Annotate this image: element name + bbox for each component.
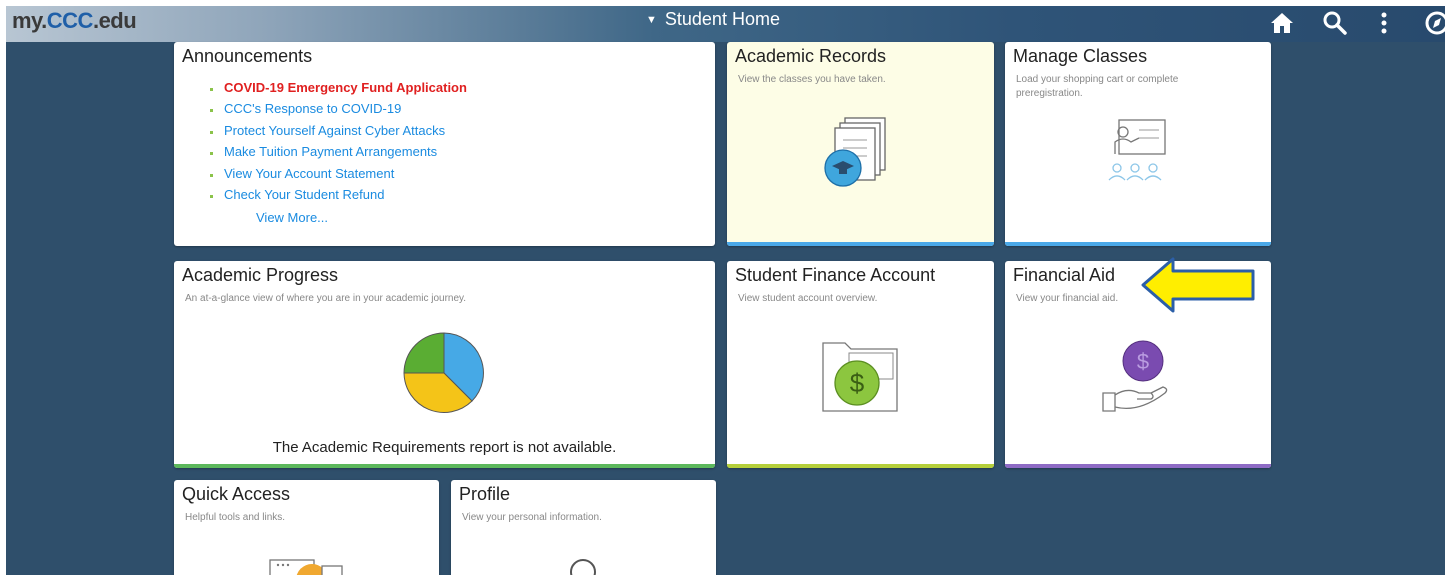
academic-progress-tile[interactable]: Academic Progress An at-a-glance view of… xyxy=(174,261,715,468)
announcements-title: Announcements xyxy=(182,46,313,66)
presentation-icon xyxy=(1108,119,1166,181)
caret-down-icon: ▼ xyxy=(646,14,657,26)
page-title: Student Home xyxy=(664,9,780,29)
student-finance-account-tile[interactable]: Student Finance Account View student acc… xyxy=(727,261,994,468)
site-logo[interactable]: my.CCC.edu xyxy=(12,8,137,34)
user-profile-icon xyxy=(570,559,596,575)
announcements-list: COVID-19 Emergency Fund Application CCC'… xyxy=(210,80,467,208)
academic-records-title: Academic Records xyxy=(735,46,887,66)
announcement-link[interactable]: COVID-19 Emergency Fund Application xyxy=(210,80,467,101)
tile-accent-bar xyxy=(1005,242,1271,246)
announcement-link[interactable]: Check Your Student Refund xyxy=(210,187,467,208)
hand-coin-icon: $ xyxy=(1102,340,1168,412)
profile-subtitle: View your personal information. xyxy=(462,512,602,523)
quick-access-tile[interactable]: Quick Access Helpful tools and links. xyxy=(174,480,439,575)
academic-progress-title: Academic Progress xyxy=(182,265,339,285)
tile-accent-bar xyxy=(174,464,715,468)
announcement-link[interactable]: Make Tuition Payment Arrangements xyxy=(210,144,467,165)
manage-classes-title: Manage Classes xyxy=(1013,46,1148,66)
more-vertical-icon[interactable] xyxy=(1374,10,1394,41)
navbar-compass-icon[interactable] xyxy=(1424,10,1445,41)
pie-chart-icon xyxy=(403,332,484,413)
quick-access-title: Quick Access xyxy=(182,484,291,504)
manage-classes-subtitle: Load your shopping cart or complete prer… xyxy=(1016,74,1179,99)
quick-access-subtitle: Helpful tools and links. xyxy=(185,512,286,523)
logo-prefix: my. xyxy=(12,8,47,33)
tile-accent-bar xyxy=(727,242,994,246)
quick-access-icon xyxy=(269,559,343,575)
profile-tile[interactable]: Profile View your personal information. xyxy=(451,480,716,575)
tile-accent-bar xyxy=(1005,464,1271,468)
app-frame: my.CCC.edu ▼ Student Home Announcements C… xyxy=(6,6,1445,575)
logo-ccc: CCC xyxy=(46,8,94,33)
page-title-dropdown[interactable]: ▼ Student Home xyxy=(646,9,780,30)
home-icon[interactable] xyxy=(1269,10,1295,41)
student-finance-subtitle: View student account overview. xyxy=(738,293,878,304)
announcements-tile: Announcements COVID-19 Emergency Fund Ap… xyxy=(174,42,715,246)
profile-title: Profile xyxy=(459,484,511,504)
logo-suffix: .edu xyxy=(92,8,137,33)
academic-records-subtitle: View the classes you have taken. xyxy=(738,74,886,85)
announcement-link[interactable]: CCC's Response to COVID-19 xyxy=(210,101,467,122)
manage-classes-tile[interactable]: Manage Classes Load your shopping cart o… xyxy=(1005,42,1271,246)
academic-records-icon xyxy=(824,117,886,187)
search-icon[interactable] xyxy=(1322,10,1348,41)
highlight-arrow-icon xyxy=(1141,257,1255,313)
top-navbar: my.CCC.edu ▼ Student Home xyxy=(6,6,1445,42)
svg-text:$: $ xyxy=(1137,349,1149,374)
academic-progress-subtitle: An at-a-glance view of where you are in … xyxy=(185,293,467,304)
financial-aid-title: Financial Aid xyxy=(1013,265,1116,285)
tile-accent-bar xyxy=(727,464,994,468)
announcement-link[interactable]: Protect Yourself Against Cyber Attacks xyxy=(210,123,467,144)
svg-text:$: $ xyxy=(850,368,865,398)
student-finance-title: Student Finance Account xyxy=(735,265,936,285)
view-more-link[interactable]: View More... xyxy=(256,210,328,225)
academic-requirements-message: The Academic Requirements report is not … xyxy=(272,439,617,456)
folder-dollar-icon: $ xyxy=(822,342,898,412)
announcement-link[interactable]: View Your Account Statement xyxy=(210,166,467,187)
academic-records-tile[interactable]: Academic Records View the classes you ha… xyxy=(727,42,994,246)
